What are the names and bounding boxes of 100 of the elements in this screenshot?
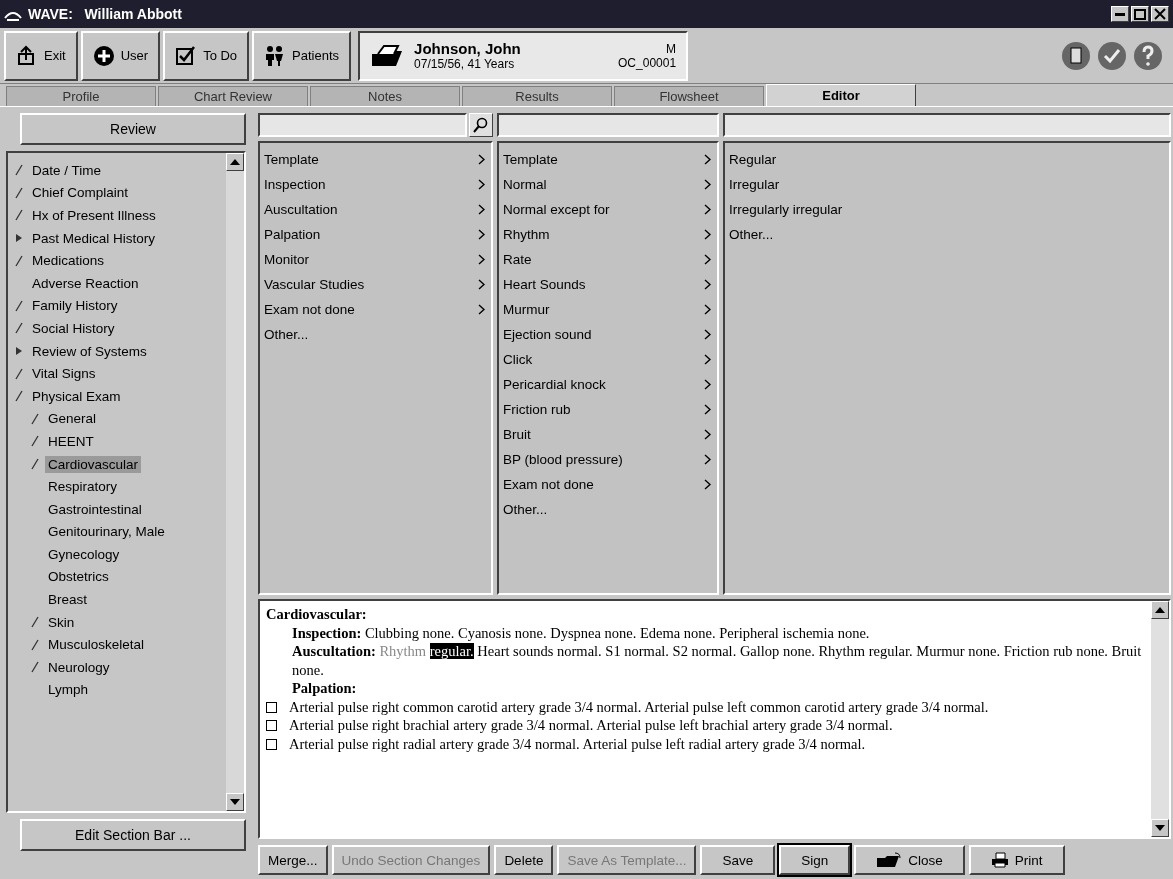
scroll-down-icon [1155,825,1165,831]
action-button[interactable]: Delete [494,845,554,875]
checkbox[interactable] [266,701,277,713]
option-item[interactable]: Vascular Studies [262,272,489,297]
tab[interactable]: Results [462,86,612,106]
option-item[interactable]: Exam not done [501,472,715,497]
option-item[interactable]: Heart Sounds [501,272,715,297]
option-item[interactable]: Palpation [262,222,489,247]
section-item[interactable]: Gastrointestinal [45,500,145,518]
section-item[interactable]: General [45,410,100,428]
section-item[interactable]: Social History [29,319,118,337]
option-item[interactable]: Other... [501,497,715,522]
section-item[interactable]: HEENT [45,432,97,450]
to-do-button[interactable]: To Do [163,30,250,81]
patient-card[interactable]: Johnson, John 07/15/56, 41 Years M OC_00001 [358,30,689,81]
action-button[interactable]: Merge... [258,845,328,875]
subsection-heading: Palpation: [291,679,358,698]
section-item[interactable]: Vital Signs [29,365,99,383]
section-item[interactable]: Respiratory [45,478,121,496]
option-item[interactable]: Rhythm [501,222,715,247]
check-icon[interactable] [1097,40,1127,71]
option-item[interactable]: Regular [727,147,1167,172]
option-item[interactable]: Other... [727,222,1167,247]
section-item[interactable]: Past Medical History [29,229,159,247]
option-label: Monitor [264,252,309,267]
edit-section-bar-button[interactable]: Edit Section Bar ... [20,819,246,851]
section-item[interactable]: Genitourinary, Male [45,523,168,541]
section-item[interactable]: Date / Time [29,161,105,179]
option-item[interactable]: Irregularly irregular [727,197,1167,222]
search-field[interactable] [258,113,467,137]
review-button[interactable]: Review [20,113,246,145]
action-button[interactable]: Close [854,845,965,875]
option-item[interactable]: Exam not done [262,297,489,322]
option-item[interactable]: Friction rub [501,397,715,422]
tab[interactable]: Editor [766,84,916,106]
section-item[interactable]: Skin [45,613,78,631]
checkbox[interactable] [266,720,277,731]
chevron-right-icon [478,154,485,165]
section-item[interactable]: Gynecology [45,545,123,563]
patients-button[interactable]: Patients [252,30,352,81]
option-item[interactable]: Pericardial knock [501,372,715,397]
tab[interactable]: Flowsheet [614,86,764,106]
book-icon[interactable] [1061,40,1091,71]
checkbox[interactable] [266,738,277,750]
tab[interactable]: Profile [6,86,156,106]
search-field[interactable] [497,113,719,137]
section-item[interactable]: Obstetrics [45,568,112,586]
option-item[interactable]: Auscultation [262,197,489,222]
option-item[interactable]: Murmur [501,297,715,322]
section-item[interactable]: Lymph [45,681,92,699]
tab[interactable]: Notes [310,86,460,106]
option-label: Template [503,152,558,167]
section-item[interactable]: Review of Systems [29,342,150,360]
section-item[interactable]: Breast [45,591,91,609]
folder-icon [370,43,405,68]
option-item[interactable]: Rate [501,247,715,272]
option-label: Ejection sound [503,327,592,342]
option-item[interactable]: Normal except for [501,197,715,222]
scrollbar[interactable] [226,153,244,811]
chevron-right-icon [704,479,711,490]
option-item[interactable]: Click [501,347,715,372]
finding-text: Arterial pulse right radial artery grade 3/4 normal. Arterial pulse left radial artery grade 3/4 normal. [289,734,867,753]
tab[interactable]: Chart Review [158,86,308,106]
option-label: Regular [729,152,777,167]
scrollbar[interactable] [1151,601,1169,837]
action-button[interactable]: Save [700,845,776,875]
section-item[interactable]: Hx of Present Illness [29,207,159,224]
option-label: Rate [503,252,532,267]
search-field[interactable] [723,113,1171,137]
option-item[interactable]: BP (blood pressure) [501,447,715,472]
check-mark-icon [30,616,40,629]
option-item[interactable]: Ejection sound [501,322,715,347]
section-item[interactable]: Adverse Reaction [29,274,142,292]
option-item[interactable]: Other... [262,322,489,347]
section-item[interactable]: Chief Complaint [29,184,132,202]
option-item[interactable]: Monitor [262,247,489,272]
section-item[interactable]: Physical Exam [29,387,124,405]
minimize-button[interactable] [1111,6,1129,22]
option-item[interactable]: Template [262,147,489,172]
option-item[interactable]: Template [501,147,715,172]
help-icon[interactable] [1133,40,1163,71]
action-button[interactable]: Print [968,845,1065,875]
option-item[interactable]: Normal [501,172,715,197]
option-label: Murmur [503,302,550,317]
section-item[interactable]: Cardiovascular [45,455,142,473]
exit-button[interactable]: Exit [4,30,78,81]
option-label: Heart Sounds [503,277,586,292]
option-item[interactable]: Inspection [262,172,489,197]
note-editor[interactable] [258,599,1171,839]
option-item[interactable]: Bruit [501,422,715,447]
action-button[interactable]: Sign [779,845,851,875]
close-button[interactable] [1151,6,1169,22]
section-item[interactable]: Medications [29,252,108,270]
user-button[interactable]: User [80,30,161,81]
section-item[interactable]: Musculoskeletal [45,636,148,654]
maximize-button[interactable] [1131,6,1149,22]
section-item[interactable]: Neurology [45,658,113,676]
option-item[interactable]: Irregular [727,172,1167,197]
search-button[interactable] [469,113,493,137]
section-item[interactable]: Family History [29,297,121,315]
